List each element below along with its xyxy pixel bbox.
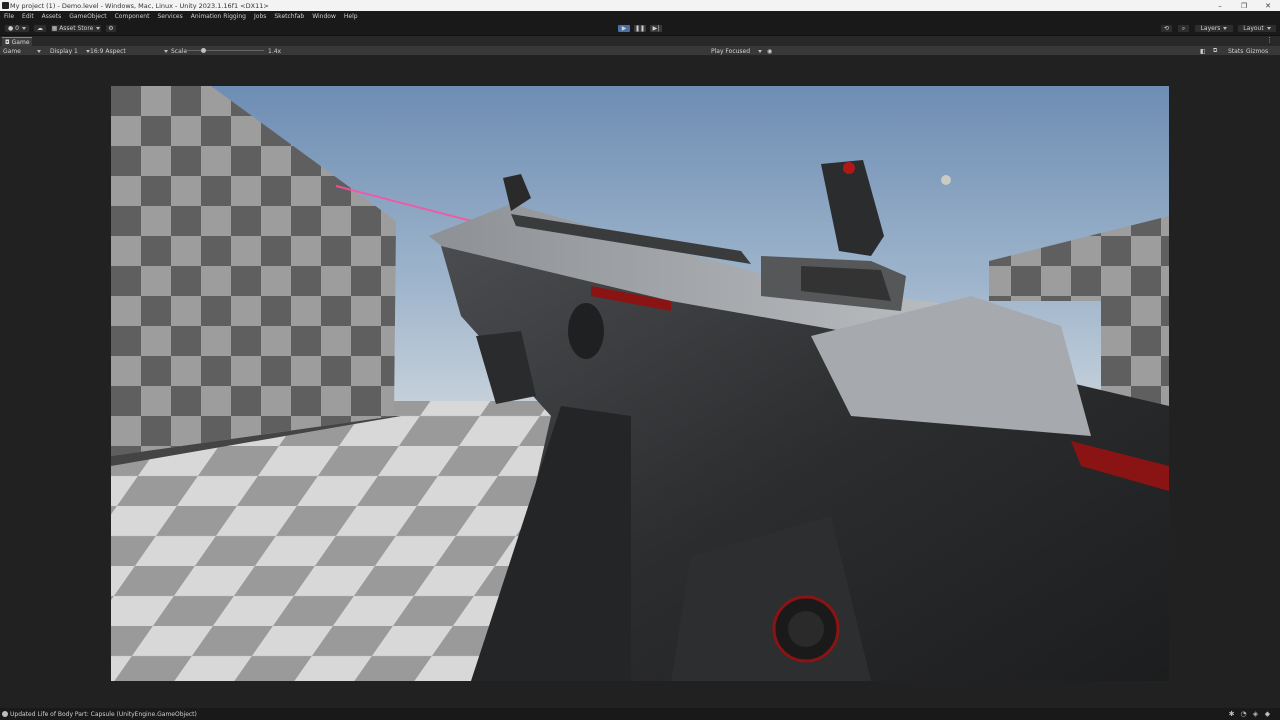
game-viewport[interactable] (111, 86, 1169, 681)
menu-component[interactable]: Component (111, 13, 154, 20)
account-icon: ● (8, 25, 16, 32)
progress-icon[interactable]: ◔ (1240, 711, 1247, 718)
mute-icon[interactable]: ◉ (767, 46, 772, 56)
minimize-button[interactable]: – (1208, 0, 1232, 11)
gun-barrel-ring (568, 303, 604, 359)
info-icon (2, 711, 8, 717)
menu-services[interactable]: Services (153, 13, 186, 20)
chevron-down-icon (163, 49, 168, 53)
menu-sketchfab[interactable]: Sketchfab (270, 13, 308, 20)
layers-dropdown[interactable]: Layers (1194, 24, 1234, 33)
play-icon: ▶ (621, 25, 627, 32)
maximize-button[interactable]: ❐ (1232, 0, 1256, 11)
asset-store-label: Asset Store (59, 25, 94, 32)
account-label: 0 (15, 25, 19, 32)
layers-label: Layers (1200, 25, 1221, 32)
menu-gameobject[interactable]: GameObject (65, 13, 110, 20)
status-message[interactable]: Updated Life of Body Part: Capsule (Unit… (0, 711, 197, 718)
chevron-down-icon (1266, 27, 1271, 30)
play-focused-label: Play Focused (711, 47, 751, 55)
tab-game-label: Game (11, 38, 30, 46)
status-bar: Updated Life of Body Part: Capsule (Unit… (0, 708, 1280, 720)
account-button[interactable]: ● 0 (4, 24, 30, 33)
more-icon[interactable]: ⋮ (1266, 37, 1273, 44)
notification-icon[interactable]: ◆ (1264, 711, 1271, 718)
vsync-icon[interactable]: ⧉ (1213, 46, 1217, 56)
pause-icon: ❚❚ (634, 25, 646, 32)
chevron-down-icon (36, 49, 41, 53)
store-icon: ▦ (51, 25, 60, 32)
tab-game[interactable]: ◘ Game (2, 37, 32, 46)
settings-button[interactable]: ⚙ (105, 24, 117, 33)
chevron-down-icon (758, 49, 763, 53)
menu-assets[interactable]: Assets (38, 13, 66, 20)
layout-dropdown[interactable]: Layout (1237, 24, 1277, 33)
play-button[interactable]: ▶ (617, 24, 631, 33)
network-icon[interactable]: ◈ (1252, 711, 1259, 718)
scale-slider-track[interactable] (184, 50, 264, 51)
step-button[interactable]: ▶| (649, 24, 663, 33)
gamepad-icon: ◘ (5, 38, 12, 46)
layout-label: Layout (1243, 25, 1264, 32)
floating-sphere (941, 175, 951, 185)
asset-store-button[interactable]: ▦ Asset Store (50, 24, 102, 33)
aspect-dropdown[interactable]: 16:9 Aspect (90, 46, 168, 56)
menu-animation-rigging[interactable]: Animation Rigging (187, 13, 250, 20)
history-button[interactable]: ⟲ (1160, 24, 1173, 33)
menu-file[interactable]: File (0, 13, 18, 20)
play-focused-dropdown[interactable]: Play Focused (711, 46, 763, 56)
game-scene-render (111, 86, 1169, 681)
chevron-down-icon (21, 27, 26, 30)
menu-help[interactable]: Help (340, 13, 362, 20)
aspect-toggle-icon[interactable]: ◧ (1200, 46, 1206, 56)
tab-bar: ◘ Game ⋮ (0, 36, 1280, 46)
aspect-label: 16:9 Aspect (90, 47, 126, 55)
window-title: My project (1) - Demo.level - Windows, M… (10, 1, 269, 10)
search-icon: ⌕ (1181, 24, 1186, 32)
display-label: Display 1 (50, 47, 78, 55)
stats-button[interactable]: Stats (1228, 46, 1243, 56)
scale-value: 1.4x (268, 47, 282, 55)
view-mode-label: Game (3, 47, 21, 55)
view-mode-dropdown[interactable]: Game (3, 46, 41, 56)
menu-edit[interactable]: Edit (18, 13, 38, 20)
search-button[interactable]: ⌕ (1177, 24, 1190, 33)
chevron-down-icon (96, 27, 101, 30)
display-dropdown[interactable]: Display 1 (50, 46, 90, 56)
main-toolbar: ● 0 ☁ ▦ Asset Store ⚙ ▶ ❚❚ ▶| ⟲ ⌕ Layers… (0, 21, 1280, 36)
pause-button[interactable]: ❚❚ (633, 24, 647, 33)
menu-bar: File Edit Assets GameObject Component Se… (0, 11, 1280, 21)
cloud-icon: ☁ (37, 25, 43, 32)
unity-logo-icon (2, 2, 9, 9)
window-titlebar: My project (1) - Demo.level - Windows, M… (0, 0, 1280, 11)
scale-label: Scale (171, 47, 188, 55)
game-view-toolbar: Game Display 1 16:9 Aspect Scale 1.4x Pl… (0, 46, 1280, 56)
settings-icon: ⚙ (108, 25, 114, 32)
cloud-button[interactable]: ☁ (33, 24, 47, 33)
step-icon: ▶| (652, 25, 660, 32)
menu-jobs[interactable]: Jobs (250, 13, 270, 20)
gizmos-button[interactable]: Gizmos (1246, 46, 1268, 56)
bug-icon[interactable]: ✱ (1228, 711, 1235, 718)
menu-window[interactable]: Window (308, 13, 340, 20)
scale-slider-handle[interactable] (201, 48, 206, 53)
history-icon: ⟲ (1163, 25, 1170, 32)
chevron-down-icon (1223, 27, 1228, 30)
close-button[interactable]: ✕ (1256, 0, 1280, 11)
